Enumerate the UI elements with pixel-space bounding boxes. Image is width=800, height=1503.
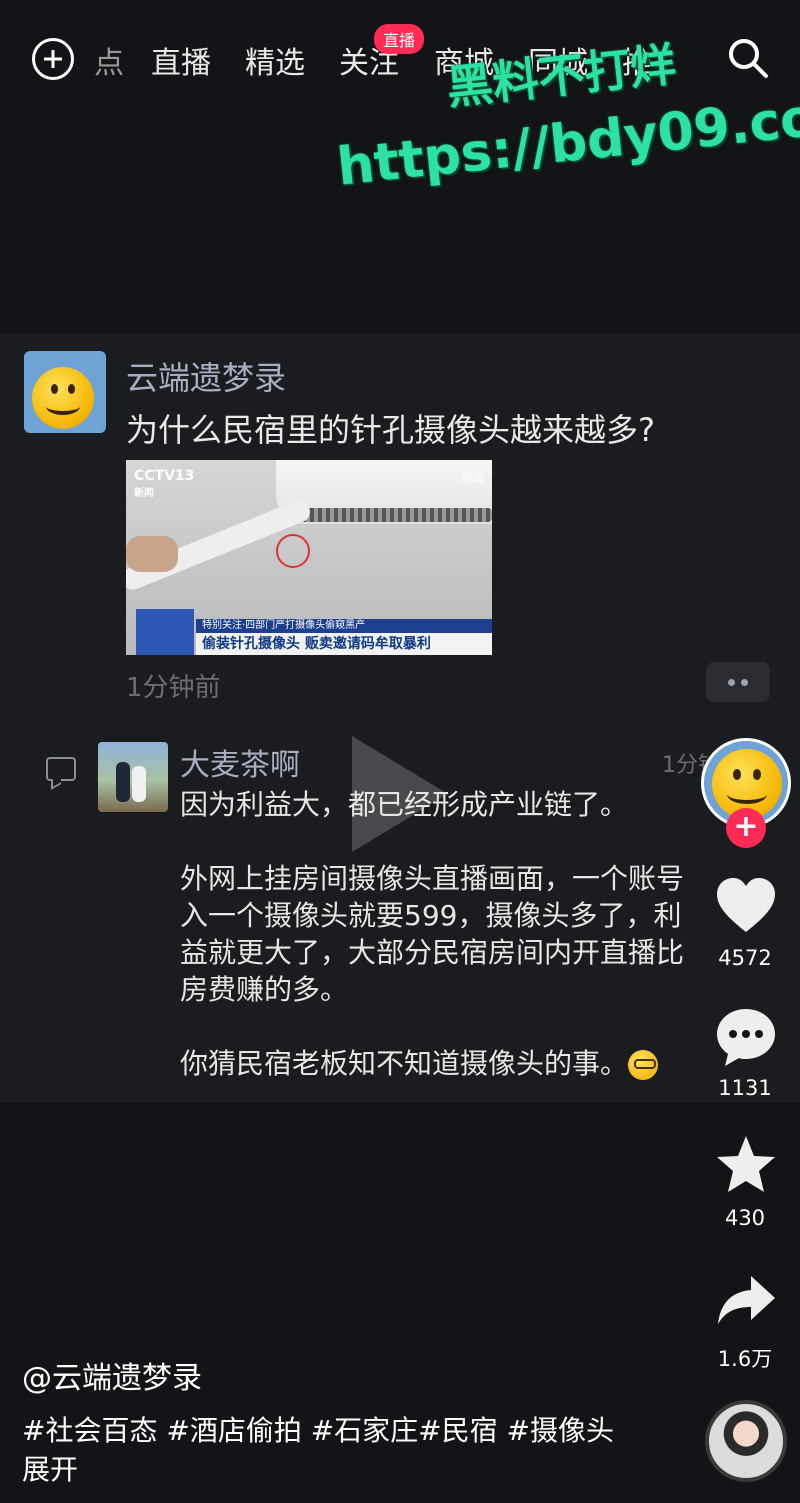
reply-paragraph: 外网上挂房间摄像头直播画面，一个账号入一个摄像头就要599，摄像头多了，利益就更… — [180, 862, 685, 1006]
more-options-button[interactable] — [706, 662, 770, 702]
plus-circle-icon[interactable] — [32, 38, 74, 80]
live-badge: 直播 — [374, 24, 425, 54]
news-corner-logo: 新闻 — [462, 472, 484, 485]
post-author[interactable]: 云端遗梦录 — [126, 353, 286, 399]
reply-paragraph: 你猜民宿老板知不知道摄像头的事。 — [180, 1045, 700, 1082]
expand-button[interactable]: 展开 — [22, 1448, 78, 1488]
share-count: 1.6万 — [717, 1347, 773, 1371]
reply-avatar[interactable] — [98, 742, 168, 812]
hand — [126, 536, 178, 572]
heart-icon[interactable] — [715, 876, 777, 938]
comment-icon[interactable] — [715, 1006, 777, 1068]
ac-vent — [294, 508, 492, 522]
camera-highlight-circle — [276, 534, 310, 568]
post-time: 1分钟前 — [126, 673, 221, 703]
share-icon[interactable] — [715, 1270, 777, 1332]
news-banner-main: 偷装针孔摄像头 贩卖邀请码牟取暴利 — [196, 633, 492, 655]
reply-author[interactable]: 大麦茶啊 — [180, 740, 300, 784]
tab-live[interactable]: 直播 — [151, 38, 211, 82]
avatar[interactable] — [24, 351, 106, 433]
caption-hashtags[interactable]: #社会百态 #酒店偷拍 #石家庄#民宿 #摄像头 — [22, 1409, 614, 1449]
cctv-logo: CCTV13 新闻 — [134, 468, 195, 499]
post-card: 云端遗梦录 为什么民宿里的针孔摄像头越来越多? CCTV13 新闻 新闻 特别关注… — [0, 333, 800, 1103]
reply-comment-icon — [46, 757, 76, 781]
comment-count: 1131 — [718, 1076, 772, 1100]
video-thumbnail[interactable]: CCTV13 新闻 新闻 特别关注·四部门严打摄像头偷窥黑产 偷装针孔摄像头 贩卖… — [126, 460, 492, 655]
smirk-emoji-icon — [628, 1050, 659, 1080]
star-icon[interactable] — [715, 1134, 777, 1196]
news-banner: 特别关注·四部门严打摄像头偷窥黑产 偷装针孔摄像头 贩卖邀请码牟取暴利 — [126, 609, 492, 655]
play-icon[interactable] — [352, 736, 448, 852]
music-disc-icon[interactable] — [705, 1400, 787, 1482]
post-text: 为什么民宿里的针孔摄像头越来越多? — [126, 411, 655, 449]
sign-language-host — [136, 609, 194, 655]
news-banner-top: 特别关注·四部门严打摄像头偷窥黑产 — [196, 619, 492, 633]
favorite-count: 430 — [724, 1206, 766, 1230]
follow-button[interactable]: + — [726, 808, 766, 848]
smiley-avatar-icon — [32, 367, 94, 429]
tab-featured[interactable]: 精选 — [245, 38, 305, 82]
caption-handle[interactable]: @云端遗梦录 — [22, 1353, 202, 1397]
tab-dian[interactable]: 点 — [94, 38, 124, 82]
search-icon[interactable] — [726, 36, 770, 80]
like-count: 4572 — [718, 946, 772, 970]
